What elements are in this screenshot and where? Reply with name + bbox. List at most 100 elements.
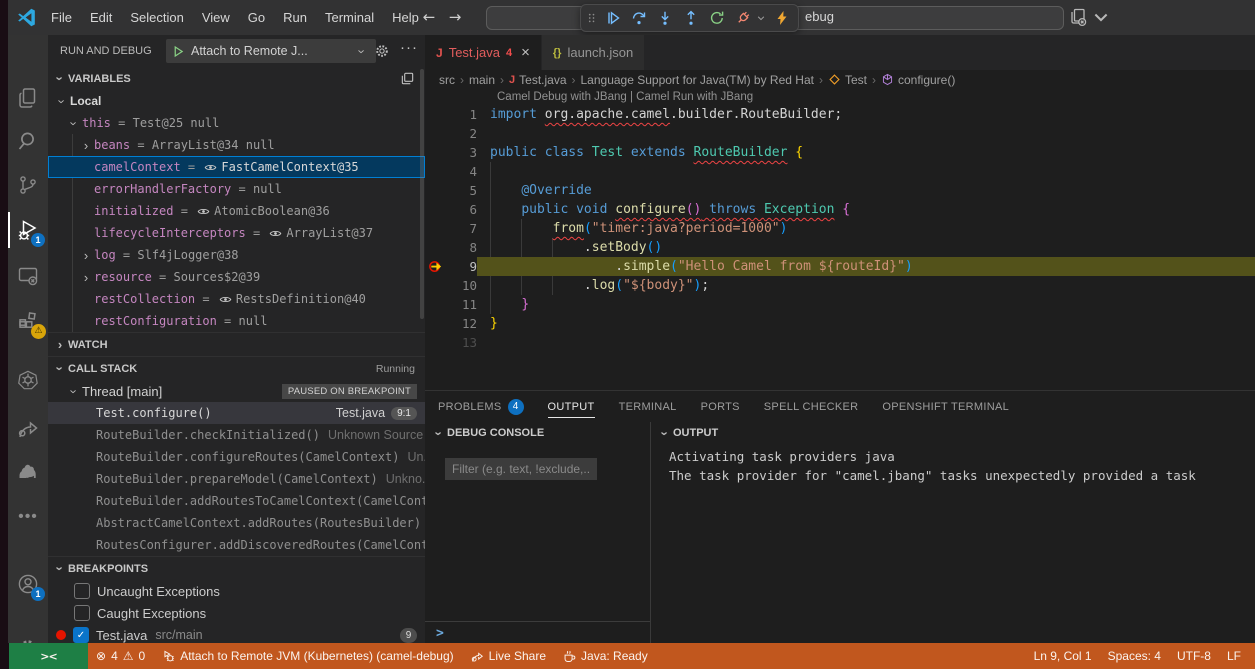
- breakpoint-row[interactable]: Caught Exceptions: [48, 602, 425, 624]
- code-line-4[interactable]: 4: [425, 162, 1255, 181]
- output-header[interactable]: › OUTPUT: [651, 422, 1255, 444]
- activity-accounts-icon[interactable]: 1: [8, 566, 48, 602]
- menu-file[interactable]: File: [42, 10, 81, 25]
- menu-terminal[interactable]: Terminal: [316, 10, 383, 25]
- breakpoint-checkbox[interactable]: ✓: [73, 627, 89, 643]
- panel-tab-output[interactable]: OUTPUT: [548, 391, 595, 422]
- variable-row-errorHandlerFactory[interactable]: ›errorHandlerFactory = null: [48, 178, 425, 200]
- sidebar-scrollbar[interactable]: [420, 69, 424, 319]
- gutter[interactable]: [425, 200, 447, 219]
- debug-step-out-icon[interactable]: [678, 7, 703, 29]
- menu-run[interactable]: Run: [274, 10, 316, 25]
- stack-frame[interactable]: AbstractCamelContext.addRoutes(RoutesBui…: [48, 512, 425, 534]
- code-line-12[interactable]: 12}: [425, 314, 1255, 333]
- stack-frame[interactable]: Test.configure()Test.java9:1: [48, 402, 425, 424]
- activity-camel-icon[interactable]: [8, 452, 48, 488]
- activity-source-control-icon[interactable]: [8, 167, 48, 203]
- problems-status[interactable]: ⊗ 4 ⚠ 0: [88, 643, 153, 669]
- stack-frame[interactable]: RouteBuilder.checkInitialized()Unknown S…: [48, 424, 425, 446]
- debug-continue-icon[interactable]: [600, 7, 625, 29]
- breakpoint-current-line-icon[interactable]: [425, 257, 447, 276]
- codelens[interactable]: Camel Debug with JBang | Camel Run with …: [425, 89, 1255, 105]
- breadcrumb-item[interactable]: Test: [828, 73, 867, 87]
- nav-back-icon[interactable]: ←: [418, 0, 440, 35]
- gutter[interactable]: [425, 181, 447, 200]
- java-status[interactable]: Java: Ready: [554, 643, 656, 669]
- encoding-status[interactable]: UTF-8: [1169, 643, 1219, 669]
- breakpoints-section-header[interactable]: › BREAKPOINTS: [48, 556, 425, 580]
- gutter[interactable]: [425, 314, 447, 333]
- menu-selection[interactable]: Selection: [121, 10, 192, 25]
- watch-section-header[interactable]: › WATCH: [48, 332, 425, 356]
- menu-view[interactable]: View: [193, 10, 239, 25]
- output-log[interactable]: Activating task providers javaThe task p…: [651, 444, 1255, 485]
- debug-step-over-icon[interactable]: [626, 7, 651, 29]
- breadcrumb-item[interactable]: Language Support for Java(TM) by Red Hat: [581, 73, 814, 87]
- variable-row-restConfiguration[interactable]: ›restConfiguration = null: [48, 310, 425, 332]
- call-stack-section-header[interactable]: › CALL STACK Running: [48, 356, 425, 380]
- stack-frame[interactable]: RoutesConfigurer.addDiscoveredRoutes(Cam…: [48, 534, 425, 556]
- close-icon[interactable]: ×: [521, 44, 530, 61]
- activity-live-share-icon[interactable]: [8, 410, 48, 446]
- debug-restart-icon[interactable]: [704, 7, 729, 29]
- activity-run-and-debug-icon[interactable]: 1: [8, 212, 48, 248]
- eol-status[interactable]: LF: [1219, 643, 1249, 669]
- gutter[interactable]: [425, 295, 447, 314]
- variables-section-header[interactable]: › VARIABLES: [48, 67, 425, 90]
- variable-row-camelContext[interactable]: ›camelContext = FastCamelContext@35: [48, 156, 425, 178]
- activity-kubernetes-icon[interactable]: [8, 362, 48, 398]
- code-line-6[interactable]: 6 public void configure() throws Excepti…: [425, 200, 1255, 219]
- breadcrumb-item[interactable]: JTest.java: [509, 73, 566, 87]
- activity-extensions-icon[interactable]: ⚠: [8, 303, 48, 339]
- breadcrumb-item[interactable]: configure(): [881, 73, 955, 87]
- code-line-10[interactable]: 10 .log("${body}");: [425, 276, 1255, 295]
- more-actions-icon[interactable]: ···: [400, 39, 418, 56]
- activity-more-views-icon[interactable]: •••: [8, 499, 48, 535]
- gutter[interactable]: [425, 105, 447, 124]
- code-line-1[interactable]: 1import org.apache.camel.builder.RouteBu…: [425, 105, 1255, 124]
- tab-launch-json[interactable]: {}launch.json: [542, 35, 644, 70]
- code-line-13[interactable]: 13: [425, 333, 1255, 352]
- debug-console-header[interactable]: › DEBUG CONSOLE: [425, 422, 650, 444]
- menu-go[interactable]: Go: [239, 10, 274, 25]
- eye-icon[interactable]: [219, 293, 232, 306]
- eye-icon[interactable]: [204, 161, 217, 174]
- code-line-8[interactable]: 8 .setBody(): [425, 238, 1255, 257]
- activity-explorer-icon[interactable]: [8, 80, 48, 116]
- panel-tab-terminal[interactable]: TERMINAL: [619, 391, 677, 422]
- variable-row-lifecycleInterceptors[interactable]: ›lifecycleInterceptors = ArrayList@37: [48, 222, 425, 244]
- code-area[interactable]: 1import org.apache.camel.builder.RouteBu…: [425, 105, 1255, 352]
- activity-search-icon[interactable]: [8, 123, 48, 159]
- debug-session-status[interactable]: Attach to Remote JVM (Kubernetes) (camel…: [153, 643, 461, 669]
- gutter[interactable]: [425, 143, 447, 162]
- variable-row-restCollection[interactable]: ›restCollection = RestsDefinition@40: [48, 288, 425, 310]
- activity-remote-explorer-icon[interactable]: [8, 258, 48, 294]
- panel-tab-openshift-terminal[interactable]: OPENSHIFT TERMINAL: [882, 391, 1009, 422]
- live-share-status[interactable]: Live Share: [462, 643, 554, 669]
- breakpoint-row[interactable]: ✓Test.javasrc/main9: [48, 624, 425, 643]
- nav-forward-icon[interactable]: →: [444, 0, 466, 35]
- code-line-11[interactable]: 11 }: [425, 295, 1255, 314]
- cursor-position[interactable]: Ln 9, Col 1: [1026, 643, 1100, 669]
- debug-disconnect-icon[interactable]: [730, 7, 755, 29]
- debug-console-input[interactable]: >: [425, 621, 650, 644]
- gutter[interactable]: [425, 333, 447, 352]
- variable-row-resource[interactable]: ›resource = Sources$2@39: [48, 266, 425, 288]
- code-line-7[interactable]: 7 from("timer:java?period=1000"): [425, 219, 1255, 238]
- variable-row-beans[interactable]: ›beans = ArrayList@34 null: [48, 134, 425, 156]
- thunder-client-icon[interactable]: [769, 7, 794, 29]
- breadcrumb-item[interactable]: src: [439, 73, 455, 87]
- remote-window-icon[interactable]: [1068, 7, 1111, 27]
- gutter[interactable]: [425, 238, 447, 257]
- gutter[interactable]: [425, 276, 447, 295]
- eye-icon[interactable]: [197, 205, 210, 218]
- panel-tab-spell-checker[interactable]: SPELL CHECKER: [764, 391, 859, 422]
- debug-step-into-icon[interactable]: [652, 7, 677, 29]
- gutter[interactable]: [425, 219, 447, 238]
- code-line-3[interactable]: 3public class Test extends RouteBuilder …: [425, 143, 1255, 162]
- stack-frame[interactable]: RouteBuilder.configureRoutes(CamelContex…: [48, 446, 425, 468]
- variable-row-initialized[interactable]: ›initialized = AtomicBoolean@36: [48, 200, 425, 222]
- debug-stop-dropdown-chevron-icon[interactable]: [756, 13, 768, 23]
- menu-edit[interactable]: Edit: [81, 10, 121, 25]
- code-line-2[interactable]: 2: [425, 124, 1255, 143]
